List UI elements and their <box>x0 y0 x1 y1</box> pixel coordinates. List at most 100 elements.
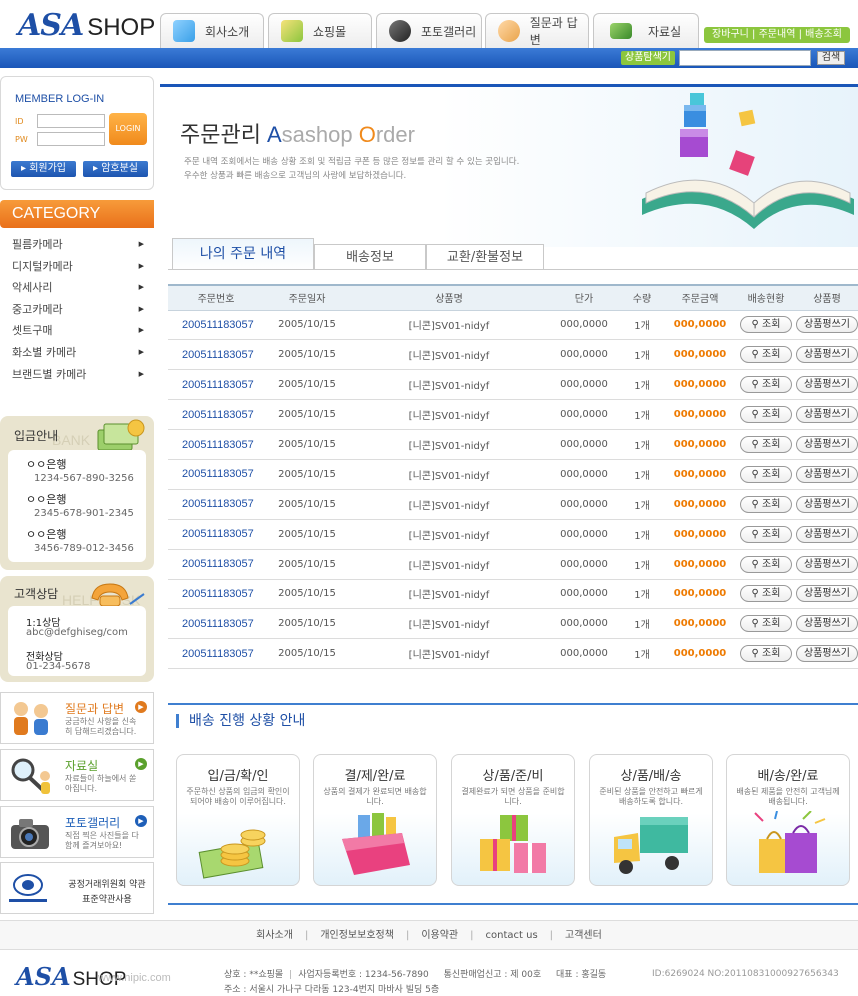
unit-price-cell: 000,0000 <box>548 608 620 640</box>
order-no-cell[interactable]: 200511183057 <box>168 310 264 341</box>
search-button[interactable]: 검색 <box>817 51 845 65</box>
view-button[interactable]: ⚲ 조회 <box>740 436 792 453</box>
write-review-button[interactable]: 상품평쓰기 <box>796 316 858 334</box>
order-no-cell[interactable]: 200511183057 <box>168 489 264 520</box>
product-cell: [니콘]SV01-nidyf <box>350 519 548 550</box>
view-button[interactable]: ⚲ 조회 <box>740 555 792 573</box>
footer-link-terms[interactable]: 이용약관 <box>421 930 458 941</box>
write-review-button[interactable]: 상품평쓰기 <box>796 615 858 633</box>
view-button[interactable]: ⚲ 조회 <box>740 495 792 513</box>
view-button[interactable]: ⚲ 조회 <box>740 316 792 334</box>
page-title-ko: 주문관리 <box>180 122 261 147</box>
order-no-cell[interactable]: 200511183057 <box>168 638 264 670</box>
promo-qna[interactable]: 질문과 답변 궁금하신 사항을 신속히 답해드리겠습니다. ▶ <box>0 692 154 744</box>
view-button[interactable]: ⚲ 조회 <box>740 406 792 424</box>
view-button[interactable]: ⚲ 조회 <box>740 465 792 483</box>
write-review-button[interactable]: 상품평쓰기 <box>796 436 858 453</box>
deposit-title: 입금안내 <box>14 429 59 443</box>
nav-tab-gallery[interactable]: 포토갤러리 <box>376 13 482 48</box>
write-review-button[interactable]: 상품평쓰기 <box>796 406 858 424</box>
category-item[interactable]: 필름카메라 ▶ <box>0 234 154 256</box>
step-title: 배/송/완/료 <box>757 769 819 784</box>
order-no-cell[interactable]: 200511183057 <box>168 459 264 490</box>
write-review-button[interactable]: 상품평쓰기 <box>796 585 858 603</box>
search-icon: ⚲ <box>751 498 759 510</box>
amount-cell: 000,0000 <box>664 489 736 520</box>
write-review-button[interactable]: 상품평쓰기 <box>796 525 858 543</box>
order-table-body: 200511183057 2005/10/15 [니콘]SV01-nidyf 000,… <box>168 310 858 670</box>
amount-cell: 000,0000 <box>664 638 736 670</box>
tab-exchange-refund[interactable]: 교환/환불정보 <box>426 244 544 270</box>
view-button[interactable]: ⚲ 조회 <box>740 645 792 663</box>
ftc-seal-icon <box>9 874 47 902</box>
tab-my-orders[interactable]: 나의 주문 내역 <box>172 238 314 270</box>
promo-gallery[interactable]: 포토갤러리 직접 찍은 사진들을 다함께 즐겨보아요! ▶ <box>0 806 154 858</box>
tab-delivery-info[interactable]: 배송정보 <box>314 244 426 270</box>
order-date-cell: 2005/10/15 <box>264 608 350 640</box>
view-button[interactable]: ⚲ 조회 <box>740 346 792 364</box>
footer-link-privacy[interactable]: 개인정보보호정책 <box>320 930 394 941</box>
category-item[interactable]: 악세사리 ▶ <box>0 277 154 299</box>
nav-tab-label: 쇼핑몰 <box>313 24 347 39</box>
nav-tab-qna[interactable]: 질문과 답변 <box>485 13 589 48</box>
nav-tab-archive[interactable]: 자료실 <box>593 13 699 48</box>
site-logo[interactable]: ASA SHOP <box>18 8 155 44</box>
step-desc: 상품의 결제가 완료되면 배송합니다. <box>323 787 427 806</box>
category-item[interactable]: 중고카메라 ▶ <box>0 299 154 321</box>
write-review-button[interactable]: 상품평쓰기 <box>796 465 858 483</box>
footer-link-support[interactable]: 고객센터 <box>565 930 602 941</box>
write-review-button[interactable]: 상품평쓰기 <box>796 645 858 663</box>
shipping-top-rule <box>168 703 858 705</box>
category-item[interactable]: 셋트구매 ▶ <box>0 320 154 342</box>
order-table: 주문번호 주문일자 상품명 단가 수량 주문금액 배송현황 상품평 200511… <box>168 284 858 670</box>
write-review-button[interactable]: 상품평쓰기 <box>796 555 858 573</box>
write-review-button[interactable]: 상품평쓰기 <box>796 495 858 513</box>
bank-account: 2345-678-901-2345 <box>34 508 134 519</box>
footer-link-contact[interactable]: contact us <box>486 930 538 941</box>
login-button[interactable]: LOGIN <box>109 113 147 145</box>
category-item[interactable]: 화소별 카메라 ▶ <box>0 342 154 364</box>
view-label: 조회 <box>762 648 781 660</box>
write-review-button[interactable]: 상품평쓰기 <box>796 346 858 364</box>
order-no-cell[interactable]: 200511183057 <box>168 549 264 580</box>
nav-tab-shop[interactable]: 쇼핑몰 <box>268 13 372 48</box>
find-password-button[interactable]: ▸ 암호분실 <box>83 161 148 177</box>
nav-tab-company[interactable]: 회사소개 <box>160 13 264 48</box>
ftc-terms-banner[interactable]: 공정거래위원회 약관 표준약관사용 <box>0 862 154 914</box>
amount-cell: 000,0000 <box>664 310 736 341</box>
cart-link[interactable]: 장바구니 <box>712 29 749 40</box>
order-no-cell[interactable]: 200511183057 <box>168 579 264 610</box>
category-item[interactable]: 디지털카메라 ▶ <box>0 256 154 278</box>
order-no-cell[interactable]: 200511183057 <box>168 399 264 431</box>
view-button[interactable]: ⚲ 조회 <box>740 376 792 394</box>
view-button[interactable]: ⚲ 조회 <box>740 615 792 633</box>
deposit-inner: ㅇㅇ은행 1234-567-890-3256 ㅇㅇ은행 2345-678-901… <box>8 450 146 562</box>
footer-link-company[interactable]: 회사소개 <box>256 930 293 941</box>
order-history-link[interactable]: 주문내역 <box>759 29 796 40</box>
table-row: 200511183057 2005/10/15 [니콘]SV01-nidyf 000,… <box>168 310 858 341</box>
order-no-cell[interactable]: 200511183057 <box>168 429 264 460</box>
search-input[interactable] <box>679 50 811 66</box>
arrow-right-icon: ▶ <box>135 815 147 827</box>
id-field[interactable] <box>37 114 105 128</box>
footer-mail-order: 통신판매업신고 : 제 00호 <box>443 970 542 980</box>
order-no-cell[interactable]: 200511183057 <box>168 608 264 640</box>
write-review-button[interactable]: 상품평쓰기 <box>796 376 858 394</box>
promo-title: 포토갤러리 <box>65 816 121 830</box>
delivery-track-link[interactable]: 배송조회 <box>805 29 842 40</box>
ftc-line1: 공정거래위원회 약관 <box>68 880 146 890</box>
arrow-right-icon: ▶ <box>138 347 144 356</box>
order-no-cell[interactable]: 200511183057 <box>168 519 264 550</box>
order-no-cell[interactable]: 200511183057 <box>168 339 264 371</box>
unit-price-cell: 000,0000 <box>548 519 620 550</box>
promo-archive[interactable]: 자료실 자료들이 하늘에서 쏟아집니다. ▶ <box>0 749 154 801</box>
password-field[interactable] <box>37 132 105 146</box>
support-email[interactable]: abc@defghiseg/com <box>26 627 128 638</box>
view-button[interactable]: ⚲ 조회 <box>740 585 792 603</box>
order-no-cell[interactable]: 200511183057 <box>168 369 264 401</box>
join-button[interactable]: ▸ 회원가입 <box>11 161 76 177</box>
category-item[interactable]: 브랜드별 카메라 ▶ <box>0 364 154 386</box>
page-title: 주문관리 Asashop Order <box>180 117 415 149</box>
view-button[interactable]: ⚲ 조회 <box>740 525 792 543</box>
qty-cell: 1개 <box>620 579 664 610</box>
